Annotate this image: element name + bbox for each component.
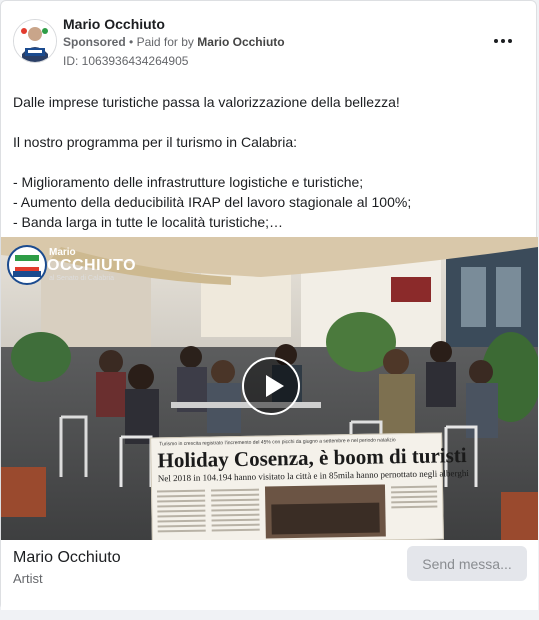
overlay-subtitle: al Senato di Calabria bbox=[49, 275, 114, 282]
play-icon[interactable] bbox=[242, 357, 300, 415]
body-line-program: Il nostro programma per il turismo in Ca… bbox=[13, 134, 297, 150]
newspaper-columns bbox=[157, 484, 438, 539]
newspaper-clipping: Turismo in crescita registrato l'increme… bbox=[150, 432, 469, 540]
body-bullet-broadband: - Banda larga in tutte le località turis… bbox=[13, 214, 284, 230]
party-logo-overlay bbox=[7, 245, 47, 285]
advertiser-name[interactable]: Mario Occhiuto bbox=[63, 16, 165, 32]
ad-footer: Mario Occhiuto Artist Send messa... bbox=[1, 540, 538, 610]
video-player[interactable]: Mario OCCHIUTO al Senato di Calabria Tur… bbox=[1, 237, 538, 540]
overlay-last-name: OCCHIUTO bbox=[47, 257, 137, 274]
ad-id: ID: 1063936434264905 bbox=[63, 54, 189, 68]
ad-card: Mario Occhiuto Sponsored • Paid for by M… bbox=[0, 0, 538, 610]
footer-page-category: Artist bbox=[13, 571, 43, 586]
advertiser-avatar[interactable] bbox=[13, 19, 57, 63]
more-horizontal-icon[interactable] bbox=[492, 33, 514, 49]
meta-separator: • bbox=[129, 35, 137, 49]
body-line-headline: Dalle imprese turistiche passa la valori… bbox=[13, 94, 400, 110]
send-message-button[interactable]: Send messa... bbox=[407, 546, 527, 581]
ad-body-text: Dalle imprese turistiche passa la valori… bbox=[13, 92, 524, 232]
paid-for-by-name[interactable]: Mario Occhiuto bbox=[197, 35, 284, 49]
ad-meta-line: Sponsored • Paid for by Mario Occhiuto bbox=[63, 35, 285, 49]
body-bullet-irap: - Aumento della deducibilità IRAP del la… bbox=[13, 194, 412, 210]
body-bullet-infrastructure: - Miglioramento delle infrastrutture log… bbox=[13, 174, 364, 190]
footer-page-name[interactable]: Mario Occhiuto bbox=[13, 549, 121, 567]
ad-header: Mario Occhiuto Sponsored • Paid for by M… bbox=[13, 13, 524, 73]
sponsored-label: Sponsored bbox=[63, 35, 126, 49]
paid-for-prefix: Paid for by bbox=[136, 35, 194, 49]
